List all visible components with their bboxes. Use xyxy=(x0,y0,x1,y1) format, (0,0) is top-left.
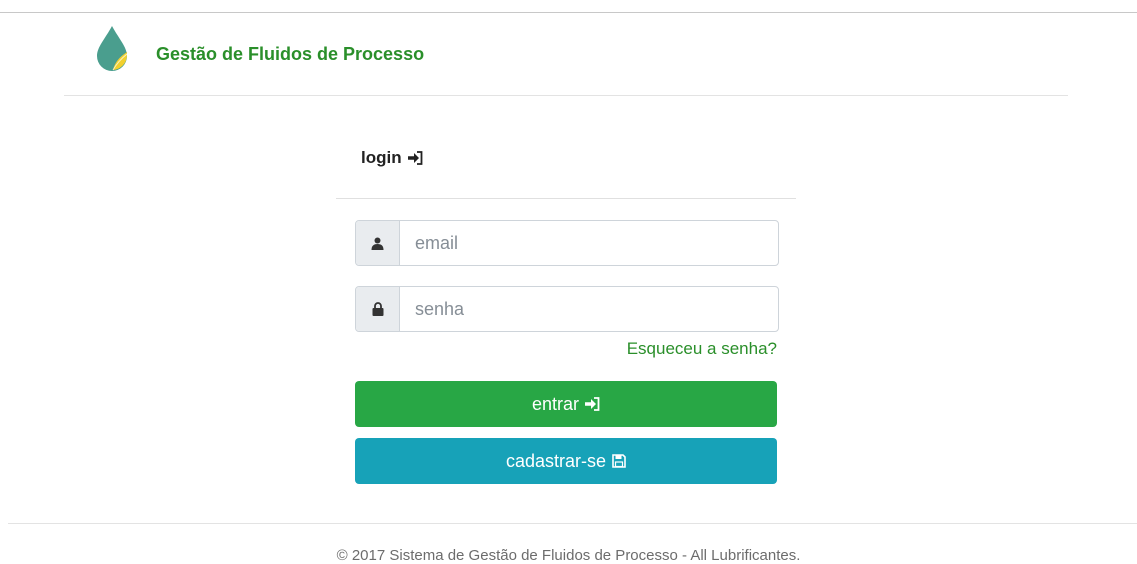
login-title-text: login xyxy=(361,148,402,167)
footer-copyright: © 2017 Sistema de Gestão de Fluidos de P… xyxy=(336,547,801,564)
save-icon xyxy=(612,454,626,468)
footer-divider xyxy=(8,523,1137,524)
login-button[interactable]: entrar xyxy=(355,381,777,427)
lock-icon xyxy=(356,287,400,331)
register-button-label: cadastrar-se xyxy=(505,450,607,471)
page-header: Gestão de Fluidos de Processo xyxy=(64,13,1068,96)
password-field[interactable] xyxy=(400,287,778,331)
user-icon xyxy=(356,221,400,265)
sign-in-icon xyxy=(407,151,423,165)
forgot-password-link[interactable]: Esqueceu a senha? xyxy=(627,339,777,359)
login-divider xyxy=(336,198,796,199)
sign-in-icon xyxy=(585,397,600,411)
register-button[interactable]: cadastrar-se xyxy=(355,438,777,484)
app-title: Gestão de Fluidos de Processo xyxy=(156,44,425,64)
login-heading: login xyxy=(361,148,423,168)
email-input-group xyxy=(355,220,779,266)
password-input-group xyxy=(355,286,779,332)
email-field[interactable] xyxy=(400,221,778,265)
drop-leaf-logo xyxy=(95,25,129,71)
login-button-label: entrar xyxy=(531,393,580,414)
